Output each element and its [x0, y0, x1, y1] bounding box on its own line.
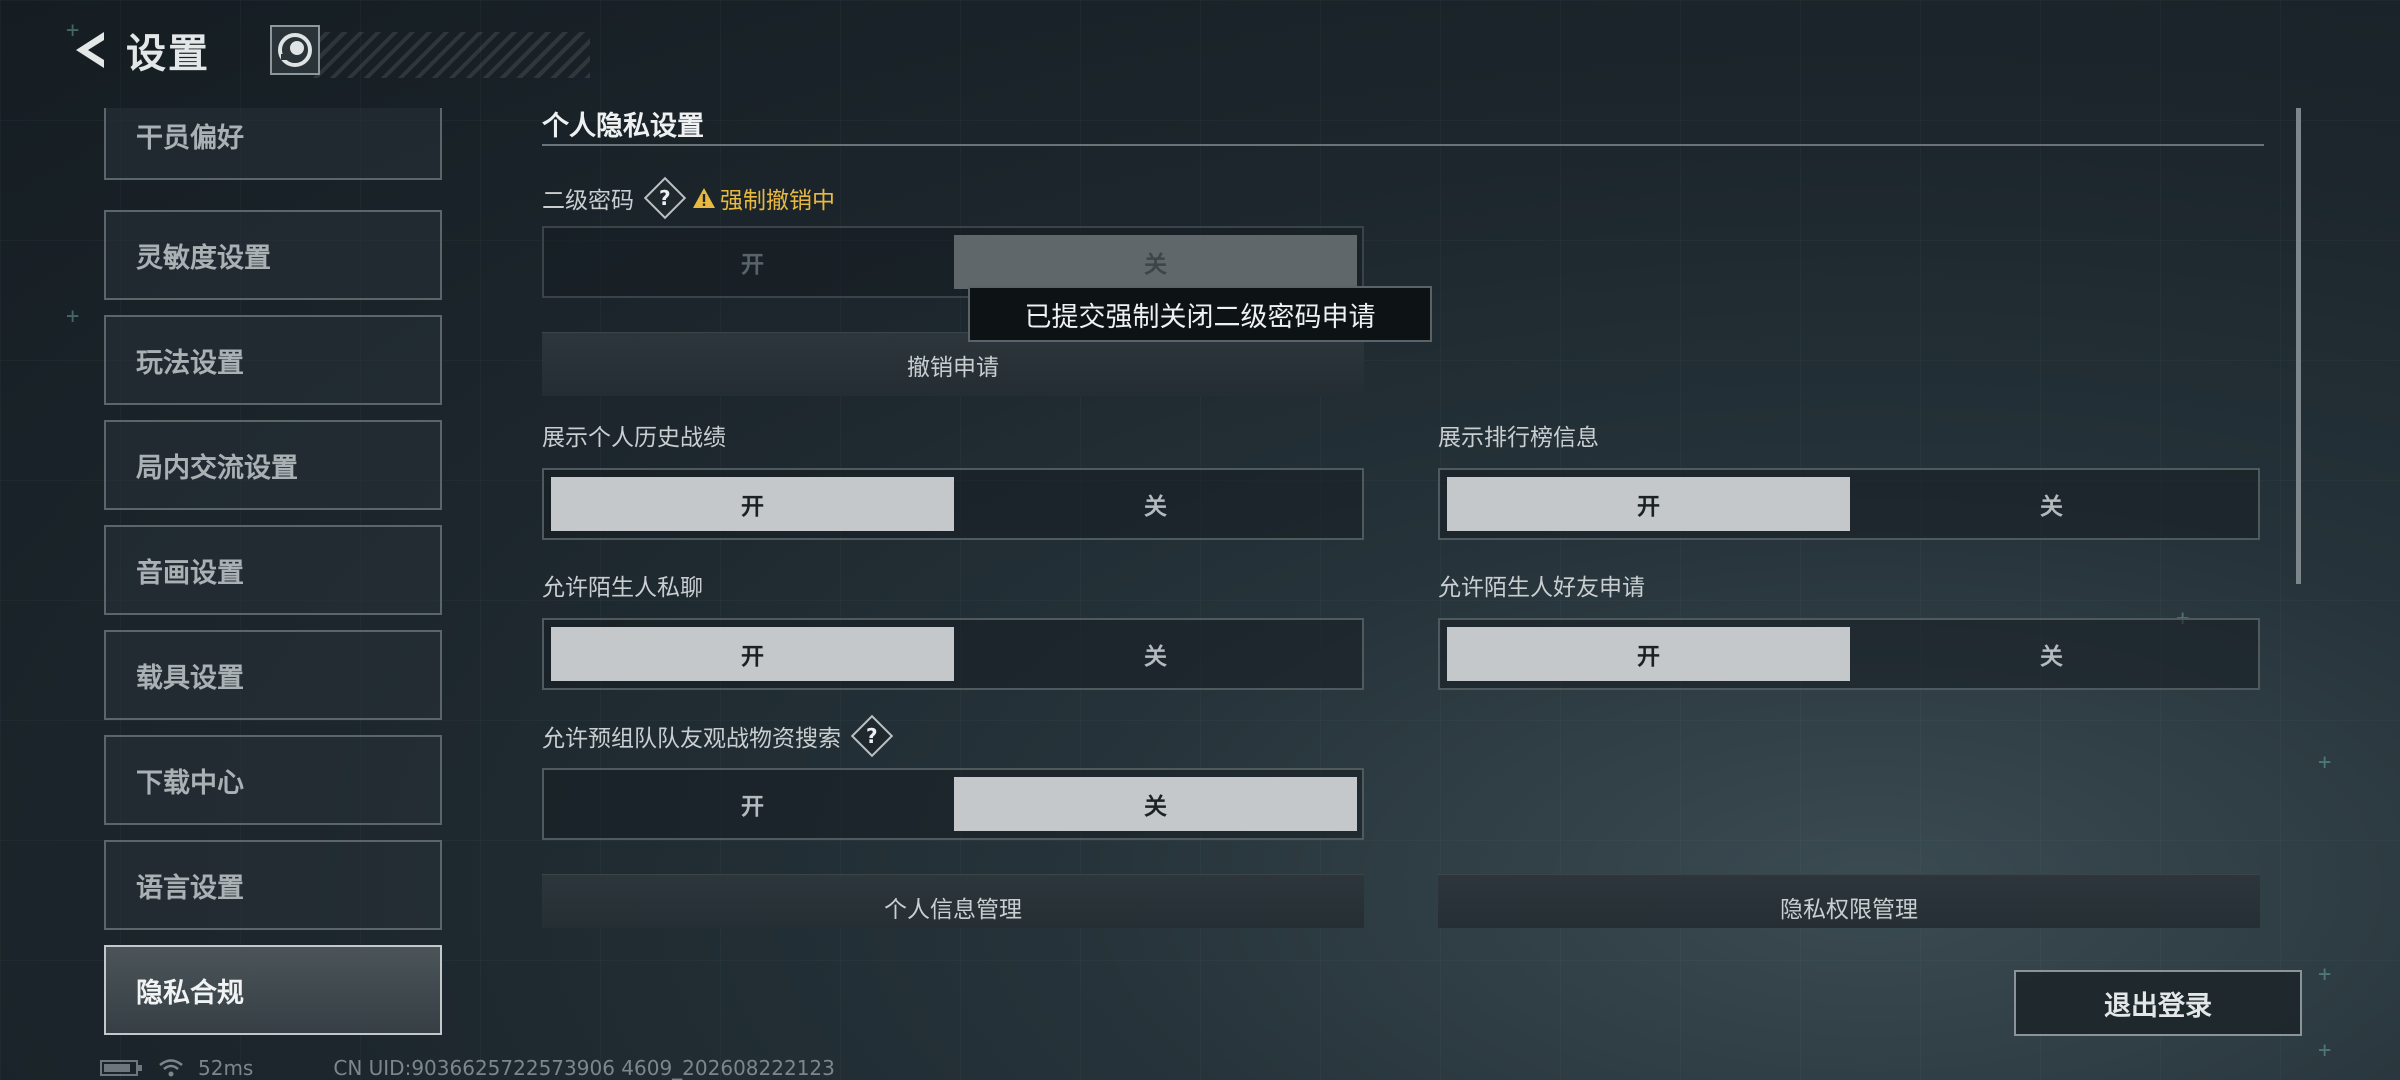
privacy-permission-management-button[interactable]: 隐私权限管理 — [1438, 874, 2260, 928]
force-revoke-text: 强制撤销中 — [720, 188, 835, 214]
sidebar-item-language[interactable]: 语言设置 — [104, 840, 442, 930]
avatar-badge-icon — [278, 33, 312, 67]
show-leaderboard-label: 展示排行榜信息 — [1438, 425, 1599, 451]
warning-icon — [693, 188, 715, 208]
page-title: 设置 — [126, 31, 210, 77]
settings-sidebar: 干员偏好 灵敏度设置 玩法设置 局内交流设置 音画设置 载具设置 下载中心 语言… — [104, 108, 442, 1038]
decor-cross: + — [2318, 750, 2332, 775]
stranger-chat-on-option[interactable]: 开 — [551, 627, 954, 681]
status-bar: 52ms CN UID:9036625722573906 4609_202608… — [100, 1056, 835, 1080]
back-button[interactable] — [60, 20, 120, 80]
sidebar-item-label: 玩法设置 — [136, 347, 244, 379]
show-leaderboard-off-option[interactable]: 关 — [1850, 477, 2253, 531]
sidebar-item-audio-video[interactable]: 音画设置 — [104, 525, 442, 615]
second-password-on-option: 开 — [741, 252, 764, 278]
stranger-chat-off-option[interactable]: 关 — [954, 627, 1357, 681]
stranger-friend-on-option[interactable]: 开 — [1447, 627, 1850, 681]
show-history-on-option[interactable]: 开 — [551, 477, 954, 531]
team-search-toggle: 开 关 — [542, 768, 1364, 840]
sidebar-item-label: 隐私合规 — [136, 977, 244, 1009]
avatar-button[interactable] — [270, 25, 320, 75]
stranger-friend-toggle: 开 关 — [1438, 618, 2260, 690]
second-password-label: 二级密码 — [542, 188, 634, 214]
team-search-help-button[interactable]: ? — [850, 714, 894, 758]
chevron-left-icon — [76, 32, 104, 68]
section-title: 个人隐私设置 — [542, 111, 704, 142]
sidebar-item-privacy[interactable]: 隐私合规 — [104, 945, 442, 1035]
sidebar-item-label: 干员偏好 — [136, 122, 244, 154]
team-search-on-option[interactable]: 开 — [551, 777, 954, 831]
ping-value: 52ms — [198, 1056, 254, 1080]
section-divider — [542, 144, 2264, 146]
sidebar-item-label: 下载中心 — [136, 767, 244, 799]
sidebar-item-label: 局内交流设置 — [136, 452, 298, 484]
stranger-friend-off-option[interactable]: 关 — [1850, 627, 2253, 681]
sidebar-item-download-center[interactable]: 下载中心 — [104, 735, 442, 825]
show-history-toggle: 开 关 — [542, 468, 1364, 540]
decor-cross: + — [66, 304, 80, 329]
sidebar-item-label: 灵敏度设置 — [136, 242, 271, 274]
second-password-help-button[interactable]: ? — [643, 176, 687, 220]
team-search-off-option[interactable]: 关 — [954, 777, 1357, 831]
question-icon: ? — [866, 723, 878, 748]
force-revoke-status: 强制撤销中 — [692, 181, 835, 215]
sidebar-item-label: 音画设置 — [136, 557, 244, 589]
show-history-label: 展示个人历史战绩 — [542, 425, 726, 451]
header-stripes — [310, 32, 590, 78]
battery-icon — [100, 1060, 142, 1076]
request-submitted-tooltip: 已提交强制关闭二级密码申请 — [968, 286, 1432, 342]
show-leaderboard-on-option[interactable]: 开 — [1447, 477, 1850, 531]
privacy-settings-panel: 个人隐私设置 二级密码 ? 强制撤销中 开 关 撤销申请 展示个人历史战绩 开 … — [542, 100, 2264, 928]
team-search-label: 允许预组队队友观战物资搜索 — [542, 726, 841, 752]
stranger-friend-label: 允许陌生人好友申请 — [1438, 575, 1645, 601]
sidebar-item-gameplay[interactable]: 玩法设置 — [104, 315, 442, 405]
personal-info-management-button[interactable]: 个人信息管理 — [542, 874, 1364, 928]
stranger-chat-label: 允许陌生人私聊 — [542, 575, 703, 601]
show-history-off-option[interactable]: 关 — [954, 477, 1357, 531]
sidebar-item-vehicle[interactable]: 载具设置 — [104, 630, 442, 720]
second-password-off-option: 关 — [954, 235, 1357, 289]
stranger-chat-toggle: 开 关 — [542, 618, 1364, 690]
sidebar-item-communication[interactable]: 局内交流设置 — [104, 420, 442, 510]
decor-cross: + — [2318, 962, 2332, 987]
sidebar-item-operator-preference[interactable]: 干员偏好 — [104, 108, 442, 180]
second-password-row-label: 二级密码 ? 强制撤销中 — [542, 176, 835, 220]
show-leaderboard-toggle: 开 关 — [1438, 468, 2260, 540]
content-scrollbar[interactable] — [2296, 108, 2301, 584]
wifi-icon — [159, 1059, 183, 1077]
team-search-row-label: 允许预组队队友观战物资搜索 ? — [542, 714, 894, 758]
sidebar-item-label: 载具设置 — [136, 662, 244, 694]
user-uid: CN UID:9036625722573906 4609_20260822212… — [333, 1056, 835, 1080]
question-icon: ? — [659, 185, 671, 210]
decor-cross: + — [2318, 1038, 2332, 1063]
sidebar-item-sensitivity[interactable]: 灵敏度设置 — [104, 210, 442, 300]
page-header: 设置 — [60, 14, 590, 86]
logout-button[interactable]: 退出登录 — [2014, 970, 2302, 1036]
sidebar-item-label: 语言设置 — [136, 872, 244, 904]
